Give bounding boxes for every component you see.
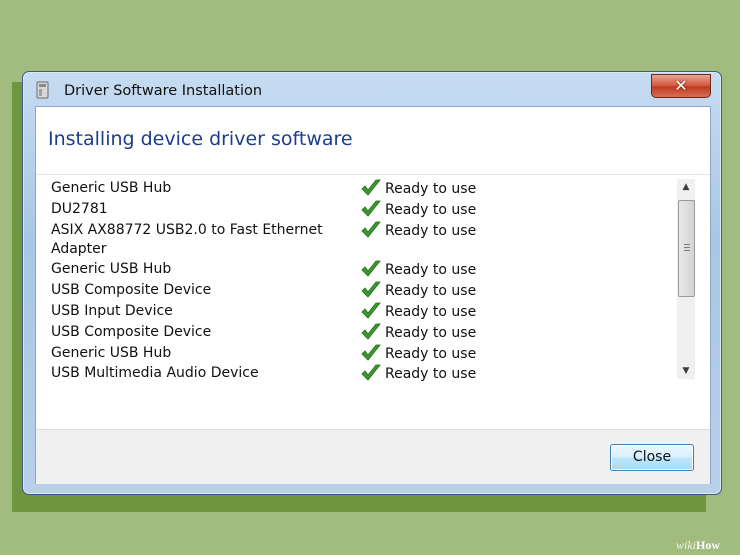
window-title: Driver Software Installation xyxy=(64,83,263,99)
device-status: Ready to use xyxy=(360,302,477,321)
driver-icon xyxy=(36,81,49,99)
device-name: USB Multimedia Audio Device xyxy=(51,365,259,381)
scroll-up-arrow-icon[interactable]: ▲ xyxy=(677,179,695,195)
close-icon: ✕ xyxy=(674,76,688,95)
status-text: Ready to use xyxy=(385,283,477,299)
device-name: USB Input Device xyxy=(51,303,173,319)
close-button[interactable]: Close xyxy=(610,444,694,471)
grip-icon xyxy=(684,244,690,253)
green-check-icon xyxy=(361,221,381,238)
green-check-icon xyxy=(361,302,381,319)
status-text: Ready to use xyxy=(385,262,477,278)
dialog-content: Installing device driver software Generi… xyxy=(35,106,711,484)
scroll-down-arrow-icon[interactable]: ▼ xyxy=(677,363,695,379)
device-name: DU2781 xyxy=(51,201,108,217)
status-text: Ready to use xyxy=(385,366,477,382)
device-name: USB Composite Device xyxy=(51,324,212,340)
device-name-line2: Adapter xyxy=(51,241,107,257)
status-text: Ready to use xyxy=(385,346,477,362)
green-check-icon xyxy=(361,344,381,361)
green-check-icon xyxy=(361,200,381,217)
scrollbar-thumb[interactable] xyxy=(678,200,695,297)
device-name: ASIX AX88772 USB2.0 to Fast Ethernet xyxy=(51,222,323,238)
watermark-suffix: How xyxy=(696,538,720,552)
device-status: Ready to use xyxy=(360,281,477,300)
status-text: Ready to use xyxy=(385,181,477,197)
green-check-icon xyxy=(361,323,381,340)
status-text: Ready to use xyxy=(385,223,477,239)
device-status: Ready to use xyxy=(360,200,477,219)
green-check-icon xyxy=(361,260,381,277)
green-check-icon xyxy=(361,364,381,381)
green-check-icon xyxy=(361,179,381,196)
status-text: Ready to use xyxy=(385,325,477,341)
device-status: Ready to use xyxy=(360,344,477,363)
device-status: Ready to use xyxy=(360,260,477,279)
status-text: Ready to use xyxy=(385,304,477,320)
device-name: Generic USB Hub xyxy=(51,261,172,277)
window-close-button[interactable]: ✕ xyxy=(651,74,711,98)
green-check-icon xyxy=(361,281,381,298)
device-status: Ready to use xyxy=(360,364,477,383)
device-list[interactable]: Generic USB Hub Ready to use DU2781 Ready t… xyxy=(36,174,710,385)
device-name: USB Composite Device xyxy=(51,282,212,298)
device-name: Generic USB Hub xyxy=(51,180,172,196)
dialog-footer: Close xyxy=(36,429,710,484)
page-title: Installing device driver software xyxy=(48,128,353,150)
device-name: Generic USB Hub xyxy=(51,345,172,361)
device-status: Ready to use xyxy=(360,179,477,198)
device-status: Ready to use xyxy=(360,221,477,240)
vertical-scrollbar[interactable]: ▲ ▼ xyxy=(677,179,695,379)
watermark-prefix: wiki xyxy=(676,538,696,552)
status-text: Ready to use xyxy=(385,202,477,218)
driver-installation-dialog: Driver Software Installation ✕ Installin… xyxy=(22,71,722,495)
watermark-logo: wikiHow xyxy=(676,538,740,555)
device-status: Ready to use xyxy=(360,323,477,342)
